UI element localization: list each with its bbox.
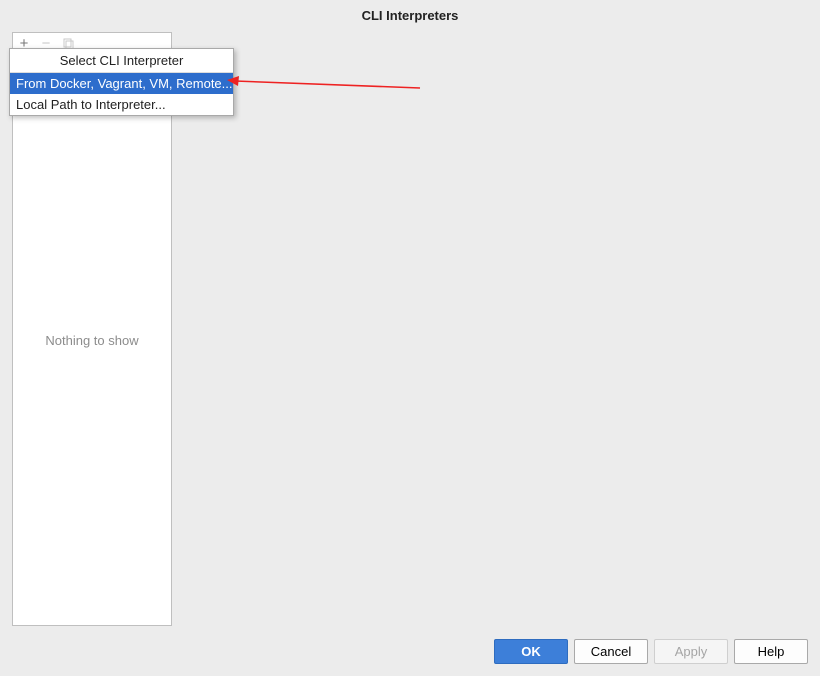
interpreters-list-panel: + − Nothing to show	[12, 32, 172, 626]
main-area: + − Nothing to show	[12, 32, 808, 626]
empty-list-label: Nothing to show	[13, 55, 171, 625]
dialog-buttons: OK Cancel Apply Help	[494, 639, 808, 664]
popup-item-local[interactable]: Local Path to Interpreter...	[10, 94, 233, 115]
details-panel	[173, 32, 808, 626]
apply-button: Apply	[654, 639, 728, 664]
ok-button[interactable]: OK	[494, 639, 568, 664]
help-button[interactable]: Help	[734, 639, 808, 664]
popup-item-remote[interactable]: From Docker, Vagrant, VM, Remote...	[10, 73, 233, 94]
cancel-button[interactable]: Cancel	[574, 639, 648, 664]
select-interpreter-popup: Select CLI Interpreter From Docker, Vagr…	[9, 48, 234, 116]
popup-title: Select CLI Interpreter	[10, 49, 233, 73]
window-title: CLI Interpreters	[0, 0, 820, 33]
